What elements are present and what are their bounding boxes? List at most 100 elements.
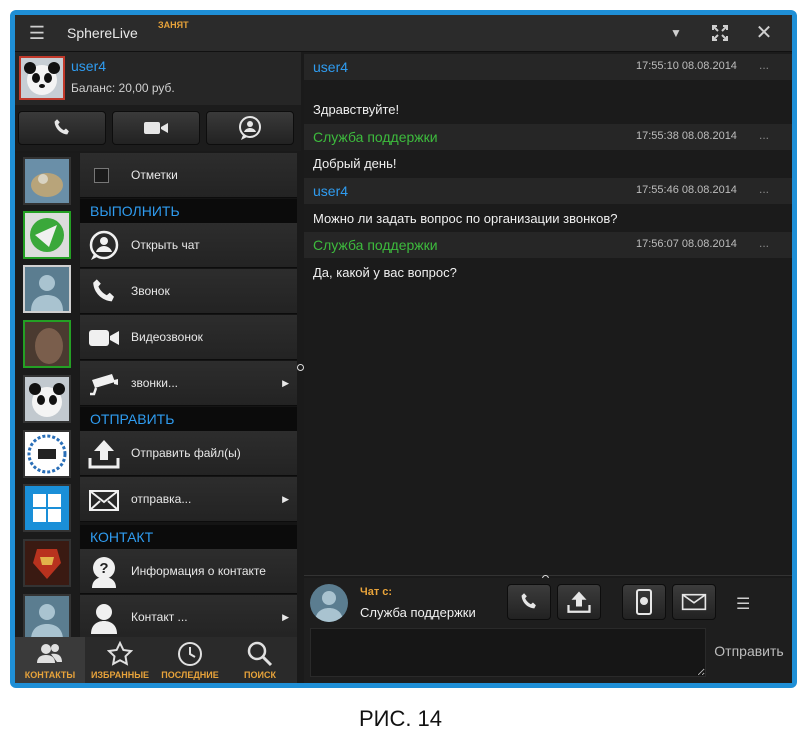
menu-item-label: Открыть чат [131,238,200,252]
call-button[interactable] [18,111,106,145]
send-file-button[interactable] [557,584,601,620]
call-button[interactable] [507,584,551,620]
message-time: 17:55:46 08.08.2014 [636,184,737,196]
message-header: Служба поддержки 17:55:38 08.08.2014 ... [304,124,792,150]
menu-item-video-call[interactable]: Видеозвонок [80,315,297,360]
envelope-icon [89,490,119,511]
menu-item-label: отправка... [131,492,192,506]
profile-panel: user4 Баланс: 20,00 руб. [15,52,301,105]
section-title: ВЫПОЛНИТЬ [90,203,180,219]
menu-item-label: Видеозвонок [131,330,203,344]
marks-checkbox-item[interactable]: Отметки [80,153,297,198]
chat-with-label: Чат с: [360,586,393,598]
upload-icon [88,440,120,469]
message-author[interactable]: Служба поддержки [313,237,438,253]
more-icon[interactable]: ... [759,236,769,250]
section-header-execute: ВЫПОЛНИТЬ [80,199,297,223]
send-email-button[interactable] [672,584,716,620]
video-call-button[interactable] [112,111,200,145]
more-icon[interactable]: ... [759,128,769,142]
message-input[interactable] [310,628,706,677]
message-time: 17:56:07 08.08.2014 [636,238,737,250]
star-icon [107,641,133,666]
title-bar: ☰ SphereLive ЗАНЯТ ▼ ✕ [15,15,792,52]
menu-item-label: Информация о контакте [131,564,266,578]
avatar[interactable] [310,584,348,622]
contact-avatar[interactable] [23,157,71,205]
tab-contacts[interactable]: КОНТАКТЫ [15,637,85,683]
tab-label: ПОСЛЕДНИЕ [161,670,219,680]
message-time: 17:55:10 08.08.2014 [636,60,737,72]
chat-bubble-icon [89,230,119,260]
contact-avatar[interactable] [23,539,71,587]
context-menu: Отметки ВЫПОЛНИТЬ Открыть чат Звонок Вид… [80,153,297,637]
sms-button[interactable] [622,584,666,620]
send-button[interactable]: Отправить [710,636,788,666]
clock-icon [178,642,202,666]
contacts-icon [37,644,62,663]
chat-button[interactable] [206,111,294,145]
contact-avatar[interactable] [23,211,71,259]
chat-recipient: Служба поддержки [360,605,476,620]
bottom-tabs: КОНТАКТЫ ИЗБРАННЫЕ ПОСЛЕДНИЕ ПОИСК [15,637,297,683]
menu-item-contact-more[interactable]: Контакт ... ▶ [80,595,297,637]
message-header: Служба поддержки 17:56:07 08.08.2014 ... [304,232,792,258]
more-icon[interactable]: ... [759,58,769,72]
menu-item-send-more[interactable]: отправка... ▶ [80,477,297,522]
question-person-icon: ? [92,557,116,588]
menu-item-call[interactable]: Звонок [80,269,297,314]
message-author[interactable]: user4 [313,183,348,199]
tab-recent[interactable]: ПОСЛЕДНИЕ [155,637,225,683]
tab-label: ИЗБРАННЫЕ [90,670,150,680]
tab-label: ПОИСК [244,670,276,680]
message-text: Можно ли задать вопрос по организации зв… [313,211,618,226]
menu-item-contact-info[interactable]: ? Информация о контакте [80,549,297,594]
contact-avatar[interactable] [23,594,71,637]
tab-search[interactable]: ПОИСК [225,637,295,683]
menu-item-send-file[interactable]: Отправить файл(ы) [80,431,297,476]
close-icon[interactable]: ✕ [751,15,777,52]
tab-favorites[interactable]: ИЗБРАННЫЕ [85,637,155,683]
menu-item-calls-more[interactable]: звонки... ▶ [80,361,297,406]
phone-icon [93,279,114,302]
panel-splitter-handle[interactable] [297,364,304,371]
marks-label: Отметки [131,168,178,182]
avatar[interactable] [19,56,65,100]
fullscreen-icon[interactable] [707,15,733,55]
app-title: SphereLive [67,25,138,41]
submenu-arrow-icon: ▶ [282,612,289,622]
app-window: ☰ SphereLive ЗАНЯТ ▼ ✕ user4 Баланс: 20,… [15,15,792,683]
mobile-phone-icon [636,589,652,615]
quick-actions [15,105,301,151]
message-author[interactable]: Служба поддержки [313,129,438,145]
chat-history: user4 17:55:10 08.08.2014 ... Здравствуй… [304,52,792,575]
message-author[interactable]: user4 [313,59,348,75]
contact-avatar[interactable] [23,320,71,368]
hamburger-icon[interactable]: ☰ [23,15,51,52]
person-icon [91,604,117,634]
triangle-down-icon[interactable]: ▼ [665,15,687,52]
message-text: Да, какой у вас вопрос? [313,265,457,280]
hamburger-icon[interactable]: ☰ [736,594,750,614]
svg-text:?: ? [99,560,108,577]
checkbox[interactable] [94,168,109,183]
profile-name[interactable]: user4 [71,58,106,74]
contact-avatar[interactable] [23,375,71,423]
menu-item-label: Отправить файл(ы) [131,446,241,460]
menu-item-label: Звонок [131,284,170,298]
message-text: Здравствуйте! [313,102,400,117]
message-time: 17:55:38 08.08.2014 [636,130,737,142]
chat-bubble-icon [239,116,261,140]
more-icon[interactable]: ... [759,182,769,196]
video-camera-icon [144,122,168,134]
contact-list [15,153,79,637]
search-icon [247,641,273,667]
menu-item-open-chat[interactable]: Открыть чат [80,223,297,268]
contact-avatar[interactable] [23,430,71,478]
upload-icon [567,591,591,613]
status-badge[interactable]: ЗАНЯТ [158,20,189,30]
message-header: user4 17:55:46 08.08.2014 ... [304,178,792,204]
contact-avatar[interactable] [23,484,71,532]
contact-avatar-selected[interactable] [23,265,71,313]
section-title: КОНТАКТ [90,529,154,545]
